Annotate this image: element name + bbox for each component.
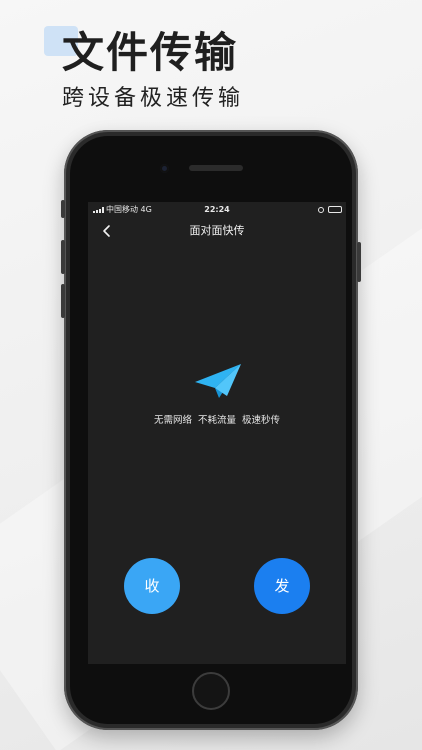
promo-subline: 跨设备极速传输 [62,86,245,111]
page-title: 面对面快传 [189,224,245,237]
paper-plane-icon [195,364,241,398]
phone-face: 中国移动 4G 22:24 面对面快传 无需网络 不耗流量 极速秒传 收 发 [70,136,352,724]
status-bar: 中国移动 4G 22:24 [88,202,346,218]
send-button[interactable]: 发 [254,558,310,614]
status-indicators [318,206,342,213]
phone-frame: 中国移动 4G 22:24 面对面快传 无需网络 不耗流量 极速秒传 收 发 [61,130,361,730]
volume-down-button [61,284,65,318]
mute-switch [61,200,65,218]
orientation-lock-icon [318,206,324,213]
status-time: 22:24 [204,205,230,214]
power-button [357,242,361,282]
app-screen: 中国移动 4G 22:24 面对面快传 无需网络 不耗流量 极速秒传 收 发 [88,202,346,664]
home-button[interactable] [192,672,230,710]
front-camera [160,164,169,173]
promo-headline: 文件传输 [62,28,239,77]
battery-icon [328,206,342,213]
volume-up-button [61,240,65,274]
promo-page: 文件传输 跨设备极速传输 中国移动 4G 22:24 面对面快传 无需网络 不耗… [0,0,422,750]
feature-tagline: 无需网络 不耗流量 极速秒传 [153,415,281,426]
receive-button[interactable]: 收 [124,558,180,614]
nav-bar: 面对面快传 [88,218,346,244]
earpiece-speaker [189,165,243,171]
